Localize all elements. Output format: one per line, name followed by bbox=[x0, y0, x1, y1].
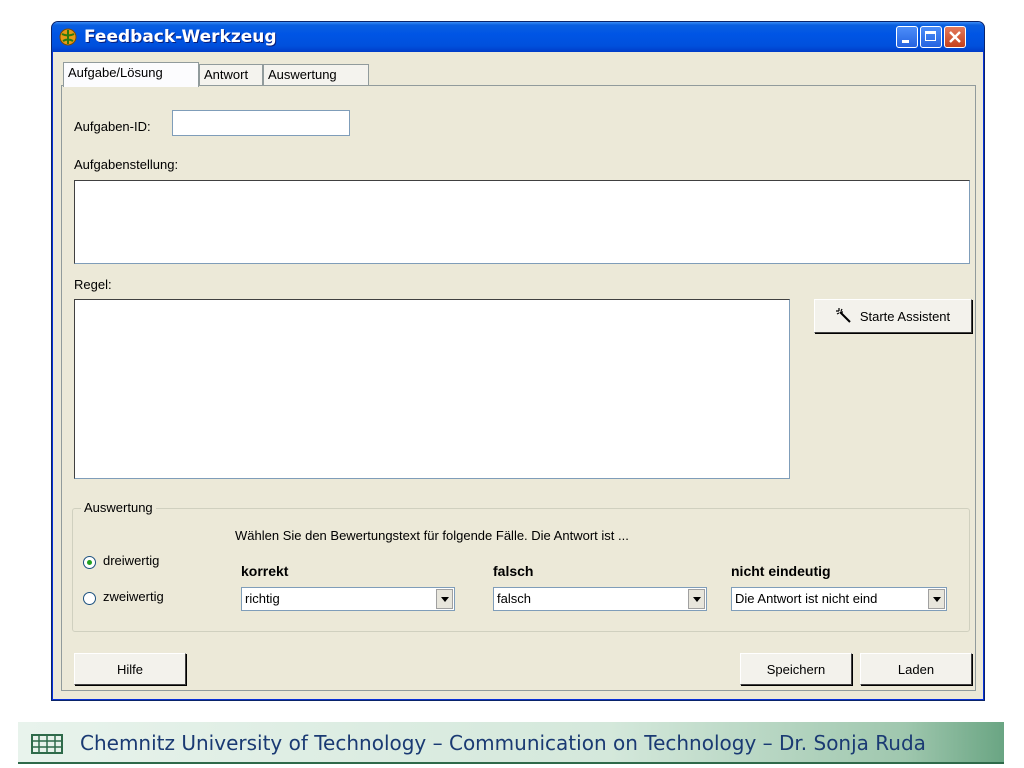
select-korrekt-value: richtig bbox=[245, 591, 280, 606]
minimize-button[interactable] bbox=[896, 26, 918, 48]
col-korrekt-label: korrekt bbox=[241, 563, 289, 579]
grid-icon bbox=[31, 734, 63, 754]
close-icon bbox=[949, 31, 961, 43]
select-falsch[interactable]: falsch bbox=[493, 587, 707, 611]
title-bar[interactable]: Feedback-Werkzeug bbox=[52, 22, 984, 52]
start-assistant-label: Starte Assistent bbox=[859, 308, 951, 324]
slide-footer: Chemnitz University of Technology – Comm… bbox=[18, 722, 1004, 764]
feedback-window: Feedback-Werkzeug Aufgabe/Lösung Antwort… bbox=[52, 22, 984, 700]
magic-wand-icon bbox=[835, 308, 851, 323]
select-nicht-eindeutig-value: Die Antwort ist nicht eind bbox=[735, 591, 878, 606]
close-button[interactable] bbox=[944, 26, 966, 48]
maximize-button[interactable] bbox=[920, 26, 942, 48]
footer-text: Chemnitz University of Technology – Comm… bbox=[80, 731, 926, 755]
aufgaben-id-field[interactable] bbox=[172, 110, 350, 136]
chevron-down-icon[interactable] bbox=[688, 589, 705, 609]
auswertung-groupbox: Auswertung Wählen Sie den Bewertungstext… bbox=[72, 500, 970, 632]
radio-zweiwertig-label: zweiwertig bbox=[103, 589, 164, 604]
chevron-down-icon[interactable] bbox=[436, 589, 453, 609]
save-button[interactable]: Speichern bbox=[740, 653, 852, 685]
radio-dreiwertig-label: dreiwertig bbox=[103, 553, 160, 568]
tab-aufgabe-loesung[interactable]: Aufgabe/Lösung bbox=[63, 62, 199, 87]
col-nicht-eindeutig-label: nicht eindeutig bbox=[731, 563, 831, 579]
aufgabenstellung-label: Aufgabenstellung: bbox=[74, 157, 179, 172]
select-nicht-eindeutig[interactable]: Die Antwort ist nicht eind bbox=[731, 587, 947, 611]
auswertung-group-title: Auswertung bbox=[81, 500, 156, 515]
help-button[interactable]: Hilfe bbox=[74, 653, 186, 685]
col-falsch-label: falsch bbox=[493, 563, 534, 579]
window-title: Feedback-Werkzeug bbox=[84, 27, 277, 47]
tab-panel-aufgabe: Aufgaben-ID: Aufgabenstellung: Regel: St… bbox=[61, 85, 976, 691]
select-korrekt[interactable]: richtig bbox=[241, 587, 455, 611]
start-assistant-button[interactable]: Starte Assistent bbox=[814, 299, 972, 333]
chevron-down-icon[interactable] bbox=[928, 589, 945, 609]
aufgaben-id-label: Aufgaben-ID: bbox=[74, 119, 151, 134]
regel-textarea[interactable] bbox=[74, 299, 790, 479]
select-falsch-value: falsch bbox=[497, 591, 531, 606]
tab-antwort[interactable]: Antwort bbox=[199, 64, 263, 86]
auswertung-hint: Wählen Sie den Bewertungstext für folgen… bbox=[235, 528, 629, 543]
aufgabenstellung-textarea[interactable] bbox=[74, 180, 970, 264]
app-icon bbox=[59, 28, 77, 46]
tab-auswertung[interactable]: Auswertung bbox=[263, 64, 369, 86]
radio-dreiwertig[interactable] bbox=[83, 556, 96, 569]
load-button[interactable]: Laden bbox=[860, 653, 972, 685]
regel-label: Regel: bbox=[74, 277, 112, 292]
radio-zweiwertig[interactable] bbox=[83, 592, 96, 605]
